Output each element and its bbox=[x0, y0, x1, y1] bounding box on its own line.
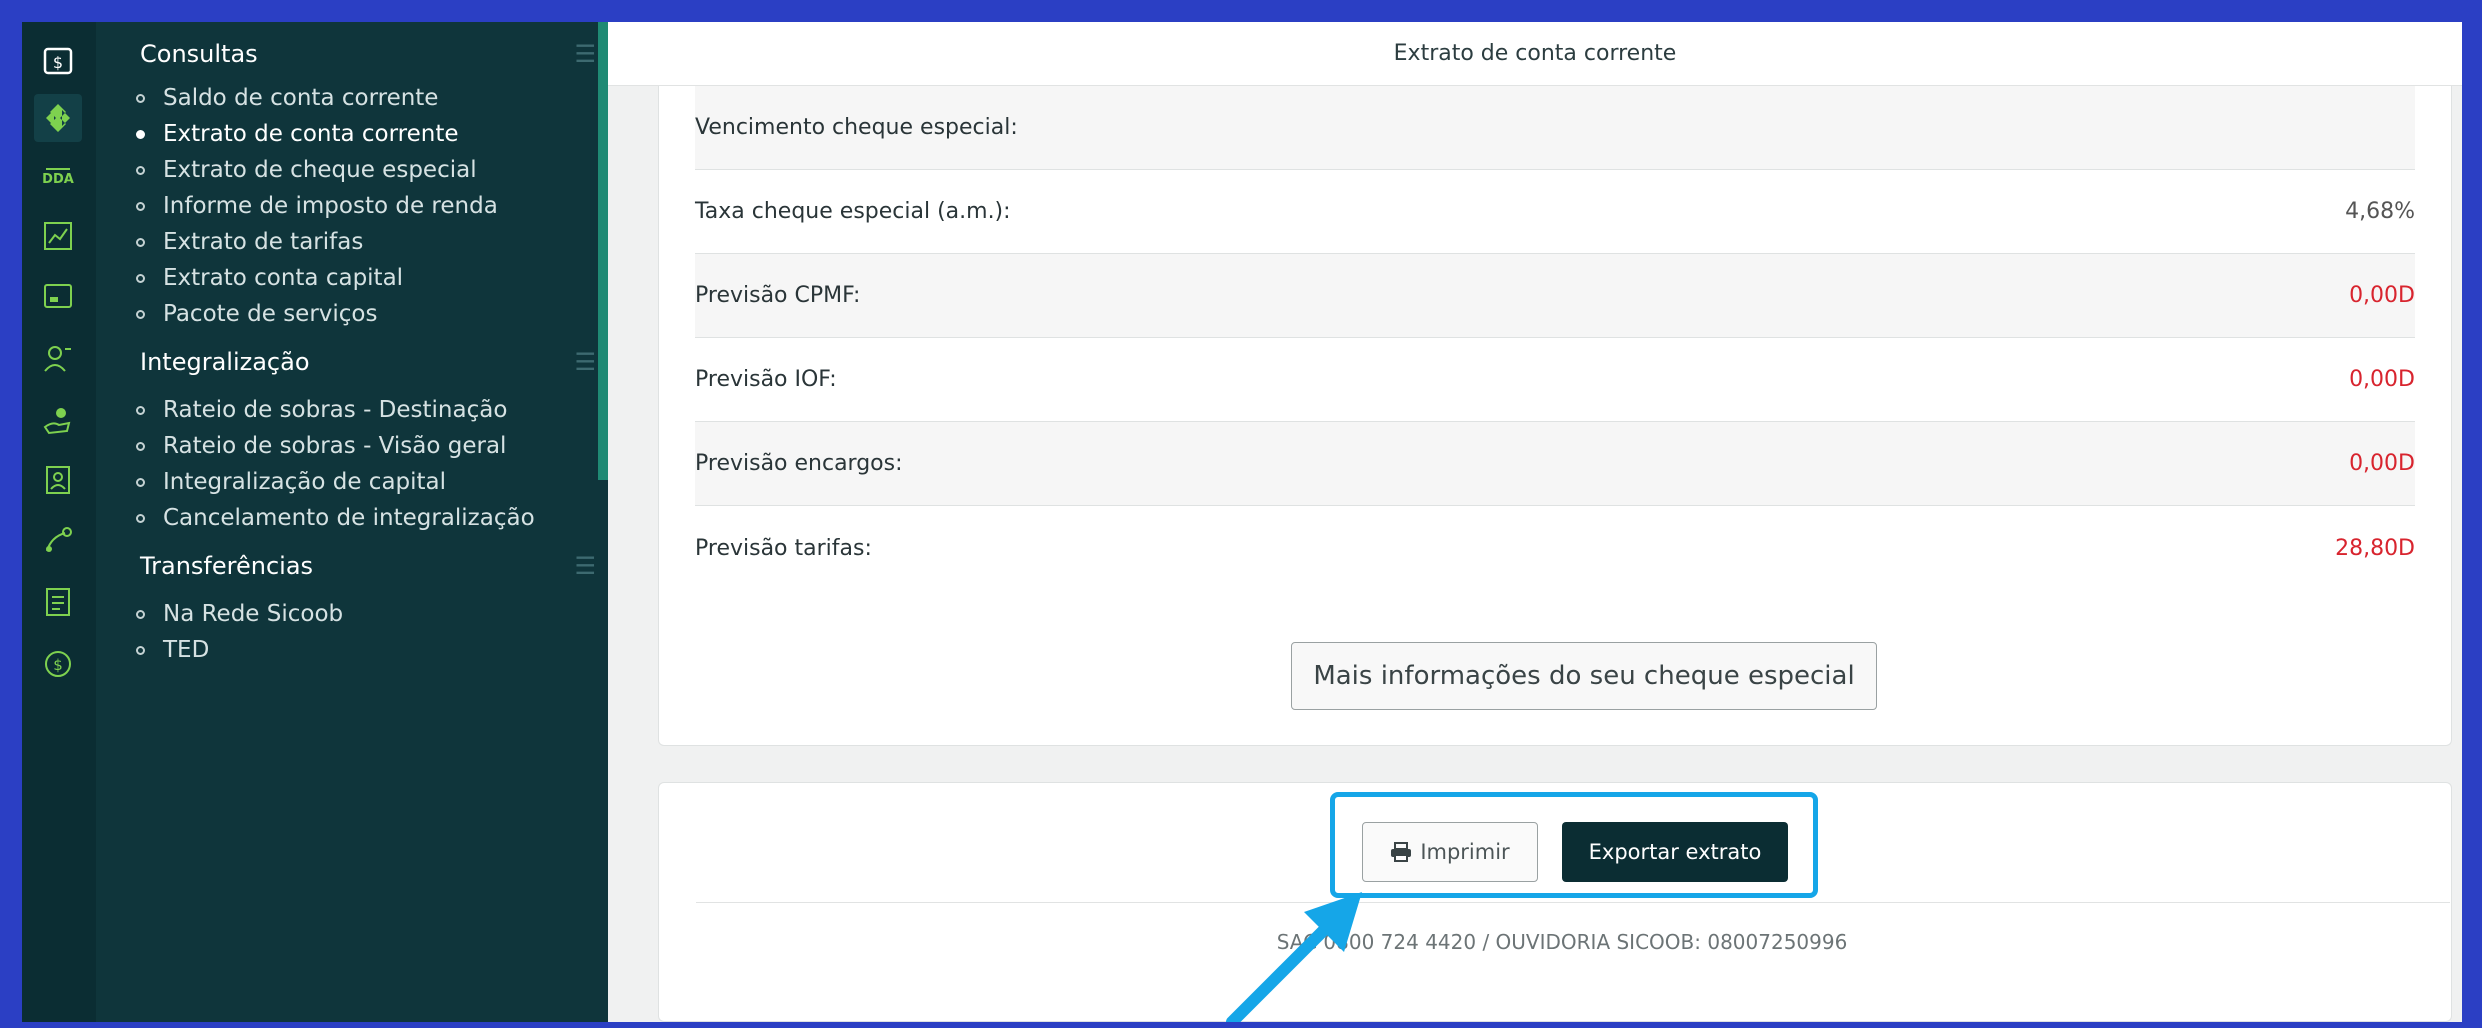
menu-item-conta-capital[interactable]: Extrato conta capital bbox=[136, 258, 403, 298]
detail-value: 0,00D bbox=[2349, 283, 2415, 308]
bullet-icon bbox=[136, 441, 145, 451]
svg-text:$: $ bbox=[53, 53, 63, 72]
detail-value: 28,80D bbox=[2335, 535, 2415, 561]
bullet-icon bbox=[136, 405, 145, 415]
contact-icon[interactable] bbox=[34, 456, 82, 504]
menu-group-title: Integralização bbox=[140, 348, 310, 376]
detail-label: Previsão encargos: bbox=[695, 451, 903, 476]
transfer-icon[interactable] bbox=[34, 516, 82, 564]
menu-item-label: Pacote de serviços bbox=[163, 301, 378, 327]
detail-label: Previsão tarifas: bbox=[695, 535, 872, 561]
bullet-icon bbox=[136, 93, 145, 103]
bullet-icon bbox=[136, 645, 145, 655]
menu-item-rede-sicoob[interactable]: Na Rede Sicoob bbox=[136, 594, 343, 634]
icon-rail: $ DDA $ bbox=[22, 22, 96, 1022]
bullet-icon bbox=[136, 165, 145, 175]
cheque-especial-details-card: Vencimento cheque especial: Taxa cheque … bbox=[658, 86, 2452, 746]
menu-item-label: Rateio de sobras - Visão geral bbox=[163, 433, 507, 459]
export-button[interactable]: Exportar extrato bbox=[1562, 822, 1788, 882]
detail-row-cpmf: Previsão CPMF: 0,00D bbox=[695, 254, 2415, 338]
menu-item-saldo[interactable]: Saldo de conta corrente bbox=[136, 78, 438, 118]
menu-item-label: Cancelamento de integralização bbox=[163, 505, 535, 531]
detail-row-vencimento: Vencimento cheque especial: bbox=[695, 86, 2415, 170]
footer-divider bbox=[696, 902, 2450, 903]
bullet-icon bbox=[136, 513, 145, 523]
menu-item-rateio-visao-geral[interactable]: Rateio de sobras - Visão geral bbox=[136, 426, 506, 466]
menu-item-label: Na Rede Sicoob bbox=[163, 601, 344, 627]
print-button[interactable]: Imprimir bbox=[1362, 822, 1538, 882]
page-title: Extrato de conta corrente bbox=[608, 22, 2462, 86]
coin-icon[interactable]: $ bbox=[34, 640, 82, 688]
menu-item-label: Rateio de sobras - Destinação bbox=[163, 397, 508, 423]
bullet-icon bbox=[136, 609, 145, 619]
bullet-icon bbox=[136, 237, 145, 247]
menu-item-label: Informe de imposto de renda bbox=[163, 193, 498, 219]
bullet-icon bbox=[136, 477, 145, 487]
side-menu: Consultas ☰ Saldo de conta corrente Extr… bbox=[96, 22, 616, 1022]
card-icon[interactable] bbox=[34, 272, 82, 320]
document-icon[interactable] bbox=[34, 578, 82, 626]
menu-collapse-icon[interactable]: ☰ bbox=[574, 348, 596, 376]
menu-item-label: Extrato de conta corrente bbox=[163, 121, 459, 147]
more-info-button[interactable]: Mais informações do seu cheque especial bbox=[1291, 642, 1877, 710]
menu-item-extrato-cheque[interactable]: Extrato de cheque especial bbox=[136, 150, 477, 190]
menu-item-cancelamento[interactable]: Cancelamento de integralização bbox=[136, 498, 535, 538]
menu-group-title: Transferências bbox=[140, 552, 314, 580]
detail-row-taxa: Taxa cheque especial (a.m.): 4,68% bbox=[695, 170, 2415, 254]
menu-item-extrato-conta-corrente[interactable]: Extrato de conta corrente bbox=[136, 114, 459, 154]
menu-item-ted[interactable]: TED bbox=[136, 630, 209, 670]
user-id-icon[interactable] bbox=[34, 334, 82, 382]
detail-value: 0,00D bbox=[2349, 367, 2415, 392]
app-window: $ DDA $ Consultas ☰ Saldo de conta corre… bbox=[22, 22, 2462, 1022]
menu-item-label: Extrato conta capital bbox=[163, 265, 404, 291]
menu-item-informe-ir[interactable]: Informe de imposto de renda bbox=[136, 186, 498, 226]
detail-value: 4,68% bbox=[2345, 199, 2415, 224]
chart-icon[interactable] bbox=[34, 212, 82, 260]
bullet-icon bbox=[136, 201, 145, 211]
menu-item-label: Extrato de cheque especial bbox=[163, 157, 477, 183]
menu-item-label: Saldo de conta corrente bbox=[163, 85, 439, 111]
detail-row-tarifas: Previsão tarifas: 28,80D bbox=[695, 506, 2415, 590]
menu-group-consultas[interactable]: Consultas ☰ bbox=[140, 34, 596, 74]
menu-item-integralizacao-capital[interactable]: Integralização de capital bbox=[136, 462, 446, 502]
cash-icon[interactable]: $ bbox=[34, 36, 82, 84]
detail-row-iof: Previsão IOF: 0,00D bbox=[695, 338, 2415, 422]
menu-item-pacote-servicos[interactable]: Pacote de serviços bbox=[136, 294, 377, 334]
bullet-icon bbox=[136, 273, 145, 283]
bullet-icon bbox=[136, 309, 145, 319]
menu-item-extrato-tarifas[interactable]: Extrato de tarifas bbox=[136, 222, 363, 262]
menu-group-transferencias[interactable]: Transferências ☰ bbox=[140, 546, 596, 586]
hand-coins-icon[interactable] bbox=[34, 396, 82, 444]
printer-icon bbox=[1391, 842, 1412, 862]
menu-collapse-icon[interactable]: ☰ bbox=[574, 40, 596, 68]
menu-item-label: Integralização de capital bbox=[163, 469, 447, 495]
menu-collapse-icon[interactable]: ☰ bbox=[574, 552, 596, 580]
menu-scrollbar[interactable] bbox=[598, 22, 608, 480]
detail-row-encargos: Previsão encargos: 0,00D bbox=[695, 422, 2415, 506]
svg-text:$: $ bbox=[53, 656, 63, 674]
menu-item-label: TED bbox=[163, 637, 210, 663]
annotation-arrow-icon bbox=[1226, 892, 1362, 1022]
bullet-icon bbox=[136, 129, 145, 139]
print-label: Imprimir bbox=[1420, 840, 1510, 864]
detail-label: Previsão CPMF: bbox=[695, 283, 861, 308]
svg-text:DDA: DDA bbox=[42, 172, 74, 187]
menu-item-label: Extrato de tarifas bbox=[163, 229, 364, 255]
menu-group-integralizacao[interactable]: Integralização ☰ bbox=[140, 342, 596, 382]
dda-icon[interactable]: DDA bbox=[34, 152, 82, 200]
clover-icon[interactable] bbox=[34, 94, 82, 142]
detail-label: Previsão IOF: bbox=[695, 367, 837, 392]
menu-group-title: Consultas bbox=[140, 40, 258, 68]
detail-label: Taxa cheque especial (a.m.): bbox=[695, 199, 1011, 224]
menu-item-rateio-destinacao[interactable]: Rateio de sobras - Destinação bbox=[136, 390, 507, 430]
detail-label: Vencimento cheque especial: bbox=[695, 115, 1018, 140]
detail-value: 0,00D bbox=[2349, 451, 2415, 476]
